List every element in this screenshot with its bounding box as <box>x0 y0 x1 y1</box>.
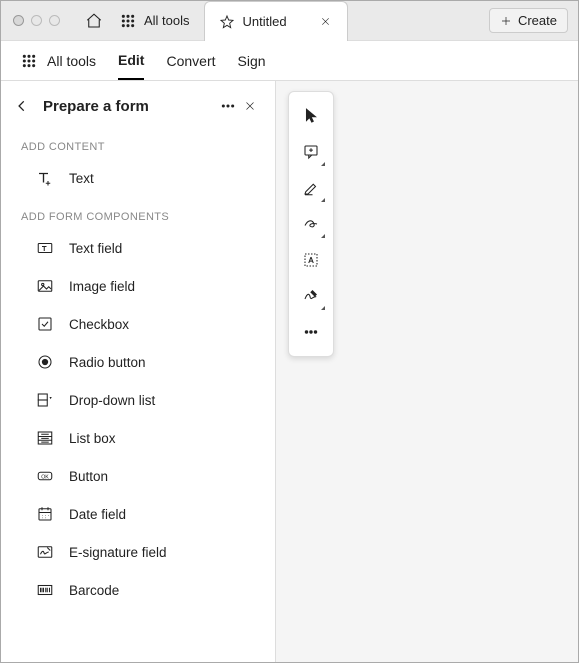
sidebar-item-label: Text field <box>69 241 122 256</box>
sidebar-item-esignature-field[interactable]: E-signature field <box>1 533 275 571</box>
arrow-cursor-icon <box>302 107 320 125</box>
text-icon <box>35 168 55 188</box>
plus-icon <box>500 15 512 27</box>
esignature-field-icon <box>35 542 55 562</box>
highlight-icon <box>302 179 320 197</box>
sidebar-header: Prepare a form <box>1 95 275 127</box>
radio-button-icon <box>35 352 55 372</box>
sidebar-item-text-field[interactable]: Text field <box>1 229 275 267</box>
tab-untitled[interactable]: Untitled <box>204 1 348 41</box>
comment-icon <box>302 143 320 161</box>
home-button[interactable] <box>80 7 108 35</box>
list-box-icon <box>35 428 55 448</box>
create-button-label: Create <box>518 13 557 28</box>
barcode-icon <box>35 580 55 600</box>
window-minimize-dot[interactable] <box>31 15 42 26</box>
sidebar-item-label: Text <box>69 171 94 186</box>
button-icon: OK <box>35 466 55 486</box>
tab-all-tools-label: All tools <box>144 13 190 28</box>
window-maximize-dot[interactable] <box>49 15 60 26</box>
sidebar-item-label: List box <box>69 431 116 446</box>
text-field-icon <box>35 238 55 258</box>
sidebar-item-label: Date field <box>69 507 126 522</box>
sidebar-item-list-box[interactable]: List box <box>1 419 275 457</box>
tab-untitled-label: Untitled <box>243 14 287 29</box>
sidebar-item-image-field[interactable]: Image field <box>1 267 275 305</box>
sidebar-item-checkbox[interactable]: Checkbox <box>1 305 275 343</box>
tab-close-button[interactable] <box>319 15 333 29</box>
more-horizontal-icon <box>220 98 236 114</box>
group-label-add-content: ADD CONTENT <box>1 127 275 159</box>
grid-icon <box>21 53 37 69</box>
sidebar-item-drop-down-list[interactable]: Drop-down list <box>1 381 275 419</box>
signature-icon <box>302 287 320 305</box>
sidebar-more-button[interactable] <box>217 95 239 117</box>
sidebar: Prepare a form ADD CONTENT Text ADD FORM… <box>1 81 276 662</box>
back-button[interactable] <box>15 99 33 113</box>
canvas-area[interactable] <box>276 81 578 662</box>
sidebar-item-label: Radio button <box>69 355 146 370</box>
sidebar-item-label: Button <box>69 469 108 484</box>
sidebar-item-label: Checkbox <box>69 317 129 332</box>
sidebar-item-label: E-signature field <box>69 545 167 560</box>
sidebar-item-label: Image field <box>69 279 135 294</box>
create-button[interactable]: Create <box>489 8 568 33</box>
toolbar-item-convert[interactable]: Convert <box>166 43 215 79</box>
toolbar-item-all-tools[interactable]: All tools <box>47 43 96 79</box>
tool-text-select[interactable] <box>293 242 329 278</box>
grid-icon <box>120 13 136 29</box>
tool-more[interactable] <box>293 314 329 350</box>
date-field-icon <box>35 504 55 524</box>
tool-highlight[interactable] <box>293 170 329 206</box>
draw-freeform-icon <box>302 215 320 233</box>
home-icon <box>85 12 103 30</box>
toolbar-item-sign[interactable]: Sign <box>238 43 266 79</box>
close-icon <box>244 100 256 112</box>
group-label-add-form-components: ADD FORM COMPONENTS <box>1 197 275 229</box>
tool-draw-freeform[interactable] <box>293 206 329 242</box>
titlebar: All tools Untitled Create <box>1 1 578 41</box>
sidebar-item-text[interactable]: Text <box>1 159 275 197</box>
checkbox-icon <box>35 314 55 334</box>
sidebar-item-button[interactable]: OK Button <box>1 457 275 495</box>
tool-comment[interactable] <box>293 134 329 170</box>
sidebar-item-date-field[interactable]: Date field <box>1 495 275 533</box>
svg-text:OK: OK <box>41 474 49 480</box>
more-horizontal-icon <box>302 323 320 341</box>
window-close-dot[interactable] <box>13 15 24 26</box>
floating-toolbar <box>288 91 334 357</box>
image-field-icon <box>35 276 55 296</box>
toolbar-item-edit[interactable]: Edit <box>118 42 144 80</box>
sidebar-close-button[interactable] <box>239 95 261 117</box>
tool-arrow-cursor[interactable] <box>293 98 329 134</box>
tab-all-tools[interactable]: All tools <box>112 1 204 40</box>
sidebar-item-label: Drop-down list <box>69 393 155 408</box>
sidebar-title: Prepare a form <box>43 98 149 115</box>
window-controls <box>1 15 72 26</box>
sidebar-item-label: Barcode <box>69 583 119 598</box>
secondary-toolbar: All tools Edit Convert Sign <box>1 41 578 81</box>
tab-group: All tools Untitled <box>112 1 348 40</box>
star-icon <box>219 14 235 30</box>
sidebar-item-radio-button[interactable]: Radio button <box>1 343 275 381</box>
sidebar-item-barcode[interactable]: Barcode <box>1 571 275 609</box>
drop-down-list-icon <box>35 390 55 410</box>
chevron-left-icon <box>15 99 29 113</box>
text-select-icon <box>302 251 320 269</box>
close-icon <box>320 16 331 27</box>
tool-signature[interactable] <box>293 278 329 314</box>
